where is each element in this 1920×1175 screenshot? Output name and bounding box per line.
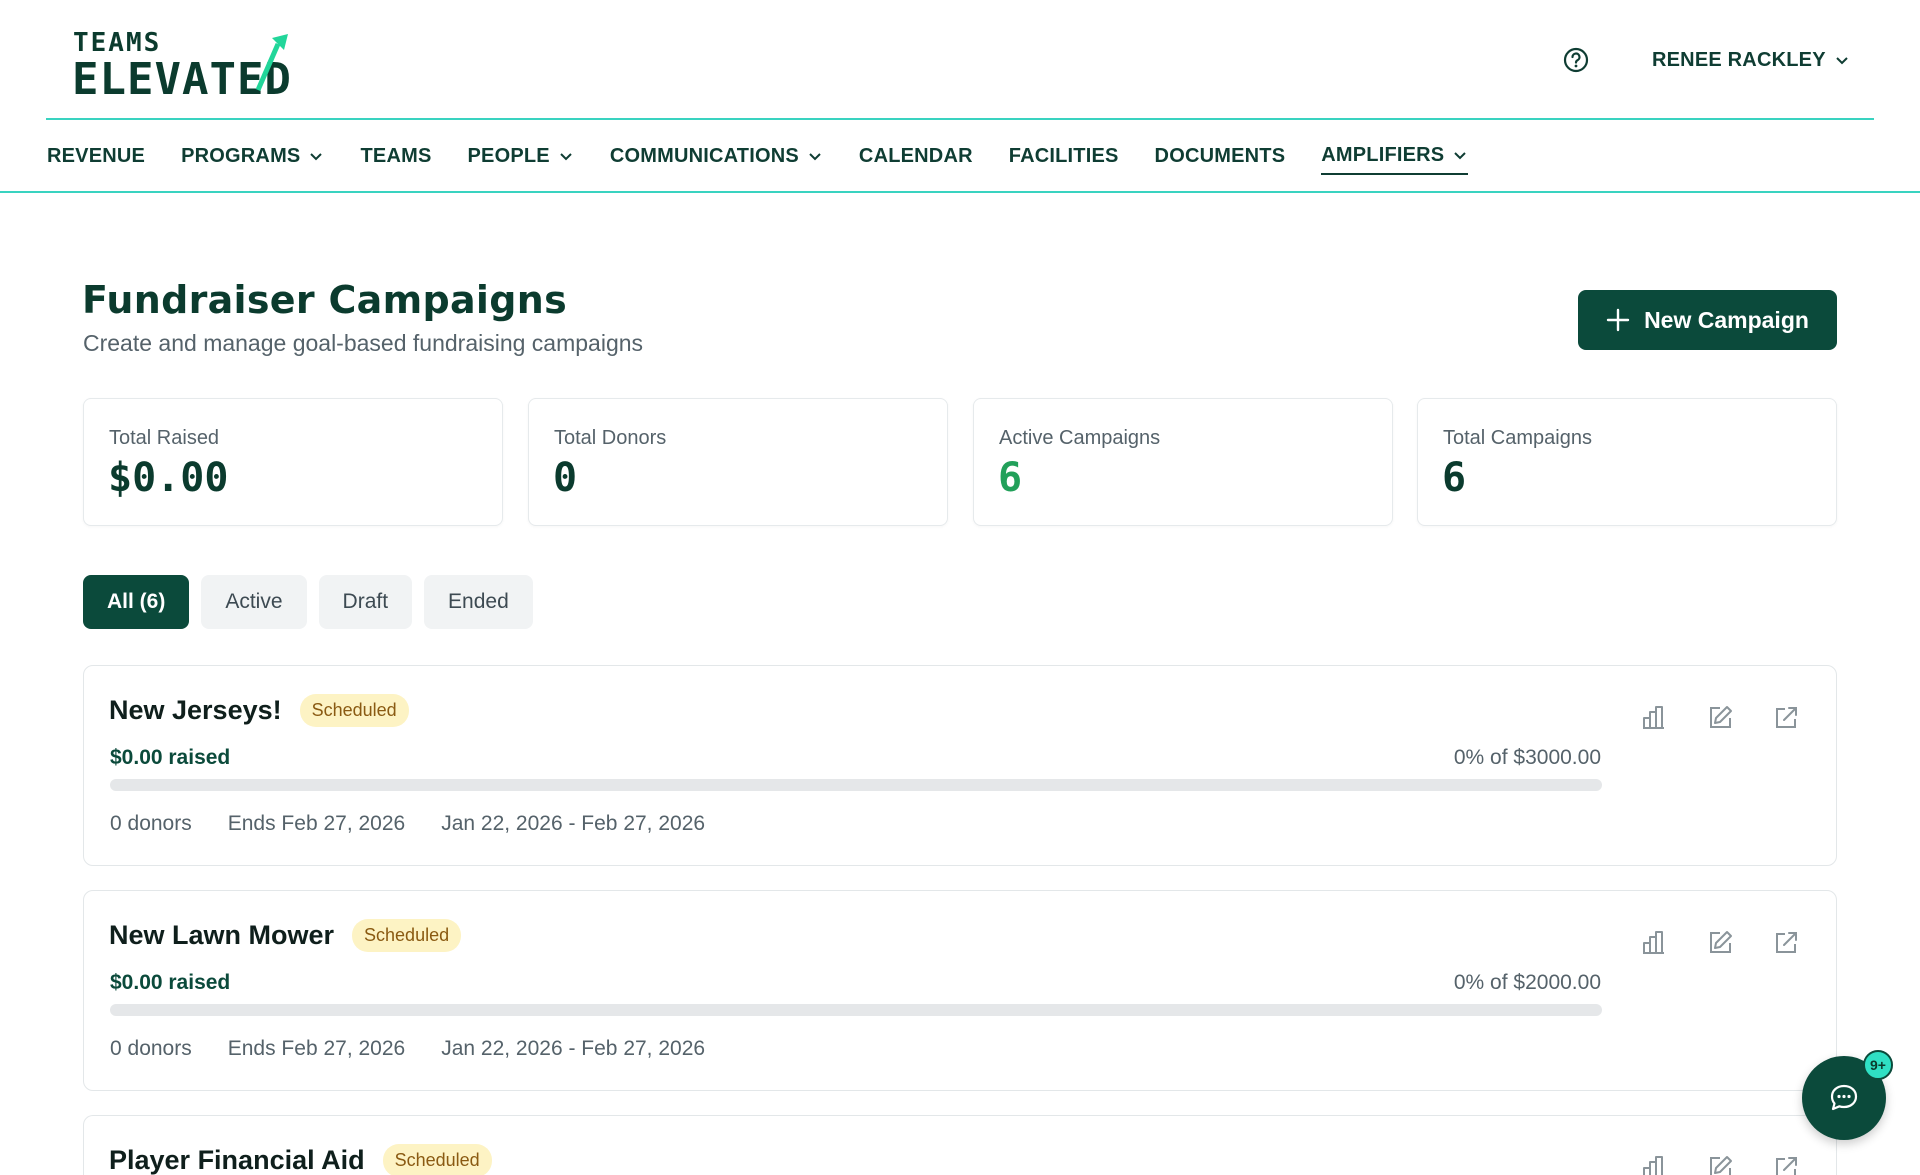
- nav-item-calendar[interactable]: CALENDAR: [859, 139, 973, 174]
- campaign-ends: Ends Feb 27, 2026: [227, 812, 406, 835]
- filter-active[interactable]: Active: [201, 575, 307, 629]
- campaign-card[interactable]: New Jerseys! Scheduled $0.00 raised 0% o…: [83, 665, 1837, 866]
- campaign-actions: [1640, 929, 1800, 957]
- brand-logo[interactable]: TEAMS ELEVATED: [72, 28, 352, 105]
- progress-bar: [110, 779, 1602, 791]
- campaign-card[interactable]: Player Financial Aid Scheduled: [83, 1115, 1837, 1175]
- stat-label: Total Donors: [554, 427, 667, 449]
- nav-item-documents[interactable]: DOCUMENTS: [1155, 139, 1286, 174]
- edit-icon[interactable]: [1706, 1154, 1734, 1175]
- campaign-donors: 0 donors: [110, 1037, 192, 1060]
- nav-item-teams[interactable]: TEAMS: [360, 139, 431, 174]
- campaign-meta: 0 donors Ends Feb 27, 2026 Jan 22, 2026 …: [110, 1037, 705, 1061]
- page-subtitle: Create and manage goal-based fundraising…: [83, 330, 644, 356]
- chevron-down-icon: [560, 153, 572, 161]
- nav-divider: [0, 191, 1920, 193]
- stat-value: 6: [998, 455, 1023, 501]
- app-header: TEAMS ELEVATED RENEE RACKLEY: [0, 0, 1920, 120]
- nav-item-facilities[interactable]: FACILITIES: [1009, 139, 1119, 174]
- user-menu[interactable]: RENEE RACKLEY: [1652, 46, 1850, 74]
- nav-item-label: AMPLIFIERS: [1321, 143, 1445, 166]
- campaign-raised: $0.00 raised: [110, 746, 231, 769]
- chevron-down-icon: [310, 153, 323, 161]
- campaign-meta: 0 donors Ends Feb 27, 2026 Jan 22, 2026 …: [110, 812, 705, 836]
- chevron-down-icon: [1454, 152, 1467, 160]
- status-badge: Scheduled: [299, 694, 409, 727]
- brand-arrow-icon: [255, 34, 288, 91]
- main-nav: REVENUE PROGRAMS TEAMS PEOPLE COMMUNICATIONS…: [47, 138, 1504, 175]
- nav-item-label: FACILITIES: [1008, 144, 1119, 167]
- chevron-down-icon: [809, 153, 821, 161]
- status-badge: Scheduled: [352, 919, 462, 952]
- stat-label: Total Raised: [109, 427, 220, 449]
- campaign-date-range: Jan 22, 2026 - Feb 27, 2026: [441, 1037, 706, 1060]
- stat-total-raised: Total Raised $0.00: [83, 398, 503, 526]
- campaign-name[interactable]: Player Financial Aid: [109, 1145, 365, 1175]
- plus-icon: [1606, 308, 1630, 332]
- campaign-name[interactable]: New Lawn Mower: [109, 920, 334, 951]
- nav-item-label: PROGRAMS: [181, 144, 301, 167]
- new-campaign-button[interactable]: New Campaign: [1578, 290, 1837, 350]
- status-badge: Scheduled: [382, 1144, 492, 1175]
- filter-ended[interactable]: Ended: [424, 575, 533, 629]
- campaign-title-row: New Jerseys! Scheduled: [109, 694, 409, 727]
- edit-icon[interactable]: [1706, 929, 1734, 957]
- header-divider: [46, 118, 1874, 120]
- notification-badge: 9+: [1863, 1050, 1893, 1080]
- stat-value: 6: [1442, 455, 1467, 501]
- stat-active-campaigns: Active Campaigns 6: [973, 398, 1393, 526]
- campaign-title-row: New Lawn Mower Scheduled: [109, 919, 462, 952]
- campaign-raised: $0.00 raised: [110, 971, 231, 994]
- new-campaign-label: New Campaign: [1644, 306, 1809, 333]
- stat-total-donors: Total Donors 0: [528, 398, 948, 526]
- campaign-date-range: Jan 22, 2026 - Feb 27, 2026: [441, 812, 706, 835]
- campaign-ends: Ends Feb 27, 2026: [227, 1037, 406, 1060]
- campaign-goal: 0% of $2000.00: [1453, 971, 1601, 994]
- chat-bubble-icon: [1830, 1084, 1858, 1111]
- external-link-icon[interactable]: [1772, 704, 1800, 732]
- nav-item-people[interactable]: PEOPLE: [467, 139, 573, 174]
- nav-item-label: CALENDAR: [858, 144, 973, 167]
- stat-total-campaigns: Total Campaigns 6: [1417, 398, 1837, 526]
- analytics-icon[interactable]: [1640, 1154, 1668, 1175]
- nav-item-label: DOCUMENTS: [1154, 144, 1286, 167]
- campaign-name[interactable]: New Jerseys!: [109, 695, 282, 726]
- campaign-title-row: Player Financial Aid Scheduled: [109, 1144, 492, 1175]
- user-name: RENEE RACKLEY: [1652, 48, 1826, 71]
- stat-label: Total Campaigns: [1443, 427, 1592, 449]
- progress-bar: [110, 1004, 1602, 1016]
- campaign-actions: [1640, 1154, 1800, 1175]
- status-filters: All (6) Active Draft Ended: [83, 575, 533, 629]
- campaign-donors: 0 donors: [110, 812, 192, 835]
- stat-label: Active Campaigns: [999, 427, 1161, 449]
- campaign-goal: 0% of $3000.00: [1453, 746, 1601, 769]
- nav-item-revenue[interactable]: REVENUE: [47, 139, 145, 174]
- edit-icon[interactable]: [1706, 704, 1734, 732]
- nav-item-label: REVENUE: [47, 144, 146, 167]
- stat-value: 0: [553, 455, 578, 501]
- stat-value: $0.00: [108, 455, 229, 501]
- filter-draft[interactable]: Draft: [318, 575, 413, 629]
- external-link-icon[interactable]: [1772, 929, 1800, 957]
- nav-item-label: TEAMS: [360, 144, 432, 167]
- nav-item-label: PEOPLE: [467, 144, 550, 167]
- nav-item-communications[interactable]: COMMUNICATIONS: [610, 139, 823, 174]
- chevron-down-icon: [1836, 57, 1848, 65]
- nav-item-programs[interactable]: PROGRAMS: [181, 139, 324, 174]
- campaign-card[interactable]: New Lawn Mower Scheduled $0.00 raised 0%…: [83, 890, 1837, 1091]
- analytics-icon[interactable]: [1640, 929, 1668, 957]
- analytics-icon[interactable]: [1640, 704, 1668, 732]
- campaign-actions: [1640, 704, 1800, 732]
- external-link-icon[interactable]: [1772, 1154, 1800, 1175]
- page-title: Fundraiser Campaigns: [82, 278, 568, 322]
- nav-item-amplifiers[interactable]: AMPLIFIERS: [1321, 138, 1469, 175]
- help-icon[interactable]: [1562, 46, 1590, 74]
- nav-item-label: COMMUNICATIONS: [609, 144, 799, 167]
- filter-all[interactable]: All (6): [83, 575, 190, 629]
